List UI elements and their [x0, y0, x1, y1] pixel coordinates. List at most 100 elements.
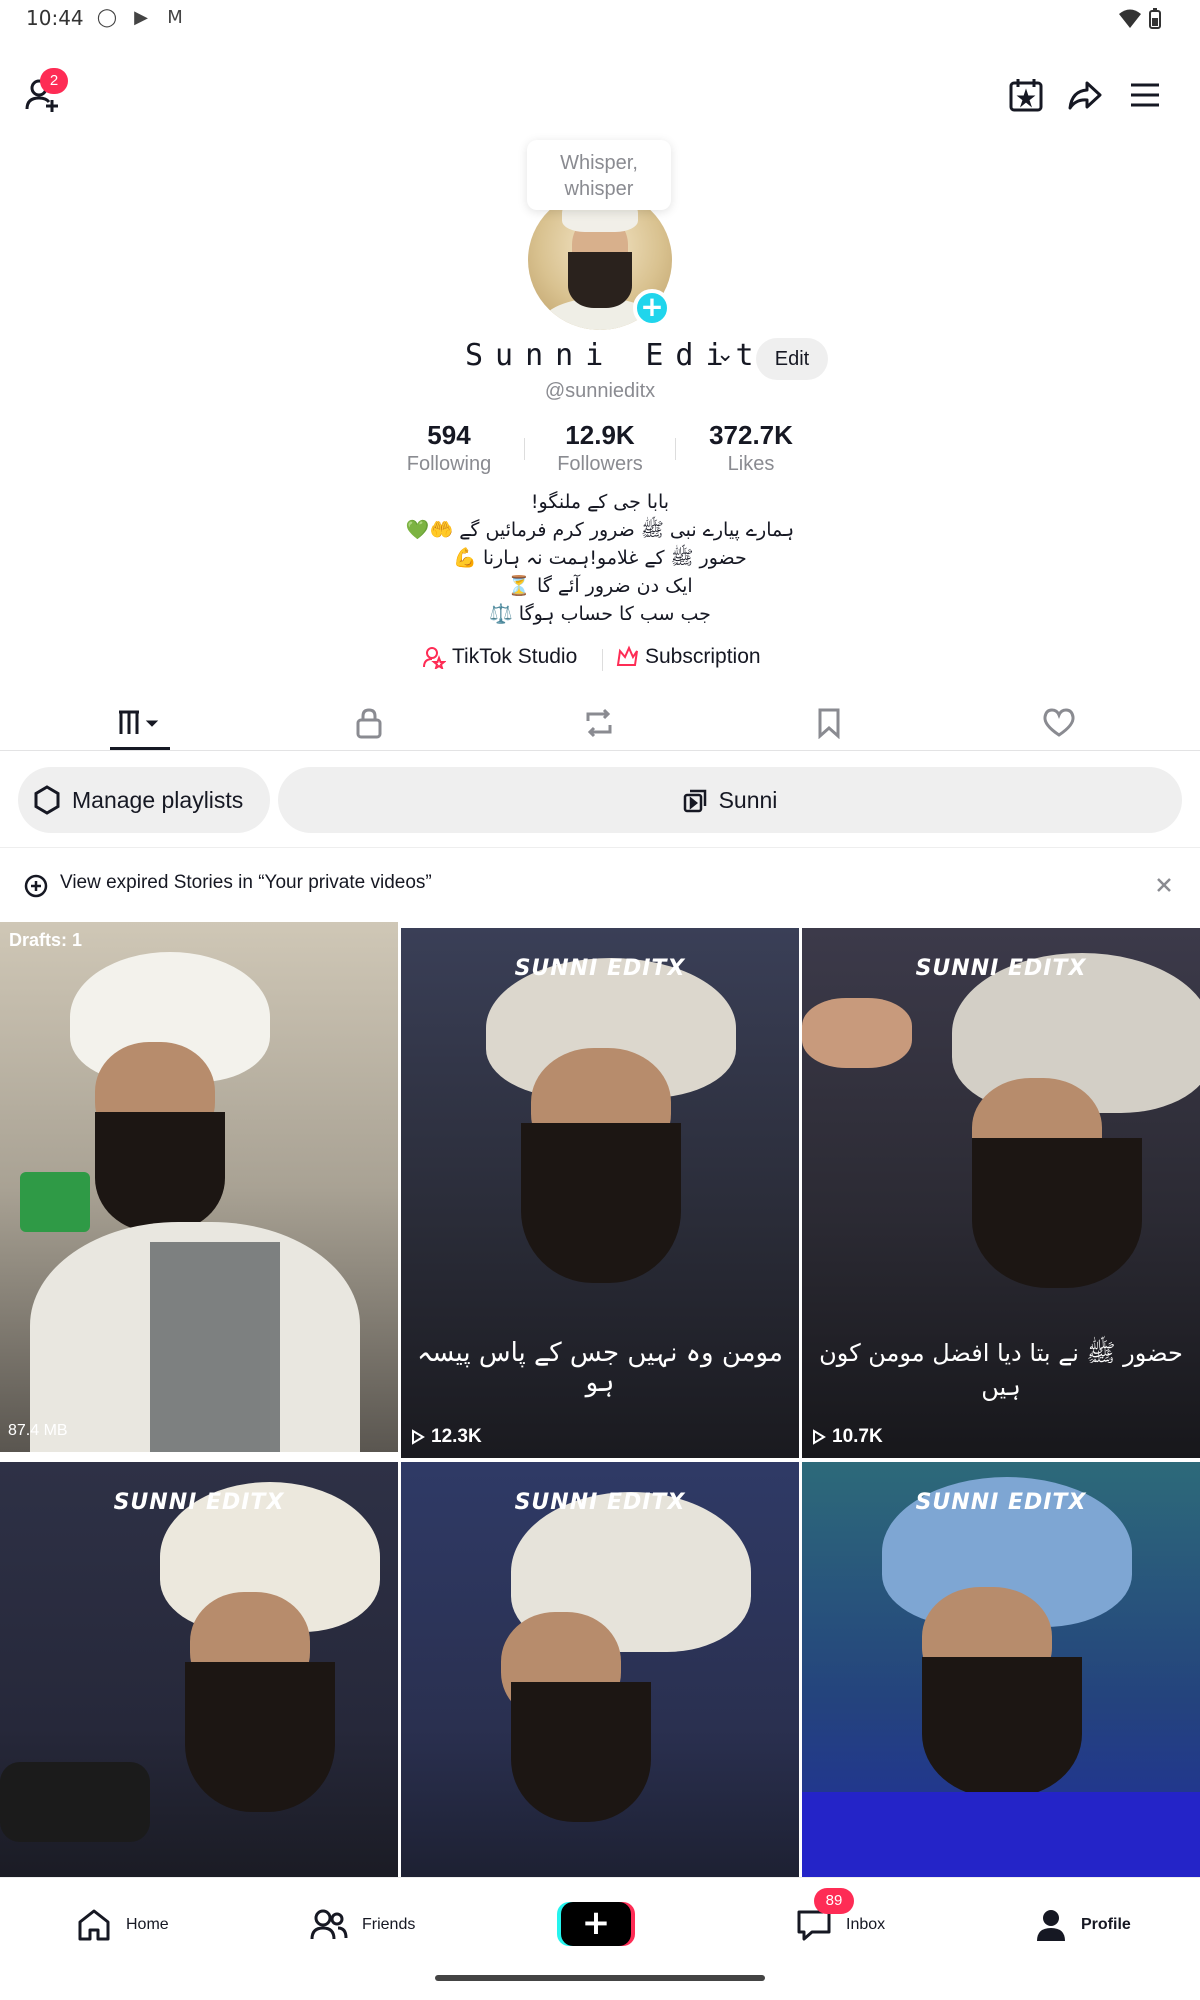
- profile-icon: [1037, 1910, 1065, 1941]
- beard-shape: [922, 1657, 1082, 1797]
- playlist-sunni[interactable]: Sunni: [278, 767, 1182, 833]
- beard-shape: [95, 1112, 225, 1232]
- gmail-icon: M: [167, 7, 183, 28]
- create-button[interactable]: +: [561, 1902, 631, 1946]
- stat-likes[interactable]: 372.7K Likes: [676, 420, 826, 476]
- view-count: 10.7K: [812, 1426, 883, 1448]
- draft-video-tile[interactable]: Drafts: 1 87.4 MB: [0, 922, 398, 1452]
- video-grid: Drafts: 1 87.4 MB SUNNI EDITX مومن وہ نہ…: [0, 922, 1200, 1877]
- name-row: Sunni Editx ⌄ Edit: [0, 338, 1200, 380]
- beard-shape: [185, 1662, 335, 1812]
- tiktok-studio-link[interactable]: TikTok Studio: [422, 645, 577, 669]
- videos-grid-icon: [119, 710, 159, 734]
- status-app-icons: ◯ ▶ M: [95, 6, 187, 30]
- tab-private[interactable]: [254, 695, 484, 751]
- battery-icon: [1149, 8, 1161, 29]
- bio-line: جب سب کا حساب ہوگا ⚖️: [489, 603, 711, 625]
- whatsapp-icon: ◯: [96, 7, 118, 28]
- video-caption: حضور ﷺ نے بتا دیا افضل مومن کون ہیں: [819, 1339, 1183, 1401]
- bio-line: حضور ﷺ کے غلامو!ہمت نہ ہارنا 💪: [453, 547, 747, 569]
- view-count-value: 12.3K: [431, 1426, 482, 1447]
- video-tile[interactable]: SUNNI EDITX حضور ﷺ نے بتا دیا افضل مومن …: [802, 928, 1200, 1458]
- likes-label: Likes: [727, 453, 775, 475]
- edit-profile-button[interactable]: Edit: [756, 338, 828, 380]
- video-tile[interactable]: SUNNI EDITX: [802, 1462, 1200, 1877]
- whisper-bubble[interactable]: Whisper, whisper: [527, 140, 671, 210]
- video-tile[interactable]: SUNNI EDITX مومن وہ نہیں جس کے پاس پیسہ …: [401, 928, 799, 1458]
- add-story-icon: [24, 874, 48, 898]
- close-icon[interactable]: [1156, 877, 1172, 893]
- studio-icon: [423, 647, 446, 669]
- manage-playlists-button[interactable]: Manage playlists: [18, 767, 270, 833]
- watermark: SUNNI EDITX: [915, 1490, 1087, 1515]
- playlist-icon: [683, 789, 706, 813]
- stat-followers[interactable]: 12.9K Followers: [525, 420, 675, 476]
- status-bar: 10:44 ◯ ▶ M: [0, 0, 1200, 40]
- bio-line: ایک دن ضرور آئے گا ⏳: [507, 575, 693, 597]
- nav-friends[interactable]: Friends: [310, 1908, 415, 1942]
- avatar-add-icon[interactable]: +: [633, 289, 671, 327]
- profile-links: TikTok Studio Subscription: [0, 645, 1200, 675]
- bottom-nav: Home Friends + 89 Inbox Profile: [0, 1877, 1200, 2000]
- notice-text: View expired Stories in “Your private vi…: [60, 872, 432, 893]
- tiktok-studio-label: TikTok Studio: [452, 645, 578, 668]
- expired-stories-notice[interactable]: View expired Stories in “Your private vi…: [0, 847, 1200, 921]
- username-handle: @sunnieditx: [544, 380, 656, 402]
- followers-label: Followers: [557, 453, 643, 475]
- view-count-value: 10.7K: [832, 1426, 883, 1447]
- hamburger-menu-icon: [1131, 83, 1159, 107]
- home-icon: [78, 1909, 110, 1941]
- tab-liked[interactable]: [944, 695, 1174, 751]
- manage-playlists-label: Manage playlists: [72, 786, 244, 813]
- tab-favorites[interactable]: [714, 695, 944, 751]
- calendar-button[interactable]: [1003, 72, 1049, 118]
- nav-profile-label: Profile: [1081, 1916, 1131, 1933]
- friends-icon: [310, 1909, 348, 1940]
- beard-shape: [972, 1138, 1142, 1288]
- content-tabs: [0, 695, 1200, 751]
- following-count: 594: [427, 420, 471, 450]
- followers-count: 12.9K: [565, 420, 635, 450]
- bio-line: ہمارے پیارے نبی ﷺ ضرور کرم فرمائیں گے 🤲💚: [405, 519, 795, 541]
- watermark: SUNNI EDITX: [113, 1490, 285, 1515]
- nav-home-label: Home: [126, 1916, 169, 1933]
- play-icon: [412, 1429, 425, 1445]
- add-friend-button[interactable]: 2: [20, 68, 68, 118]
- playlist-label: Sunni: [718, 786, 778, 813]
- display-name[interactable]: Sunni Editx: [465, 338, 796, 373]
- hand-shape: [802, 998, 912, 1068]
- play-icon: ▶: [134, 7, 148, 28]
- stat-following[interactable]: 594 Following: [374, 420, 524, 476]
- tab-reposts[interactable]: [484, 695, 714, 751]
- vest-shape: [150, 1242, 280, 1452]
- video-tile[interactable]: SUNNI EDITX: [401, 1462, 799, 1877]
- inbox-icon-wrap: 89: [796, 1888, 854, 1942]
- avatar-beard-shape: [568, 252, 632, 308]
- following-label: Following: [406, 453, 492, 475]
- wifi-icon: [1119, 9, 1141, 28]
- inbox-badge: 89: [814, 1888, 854, 1914]
- watermark: SUNNI EDITX: [915, 956, 1087, 981]
- blue-garment-shape: [802, 1792, 1200, 1877]
- likes-count: 372.7K: [709, 420, 793, 450]
- microphone-shape: [20, 1172, 90, 1232]
- status-right: [1118, 8, 1162, 30]
- menu-button[interactable]: [1122, 72, 1168, 118]
- nav-profile[interactable]: Profile: [1035, 1908, 1131, 1942]
- beard-shape: [511, 1682, 651, 1822]
- chevron-down-icon[interactable]: ⌄: [716, 342, 734, 367]
- watermark: SUNNI EDITX: [514, 956, 686, 981]
- subscription-label: Subscription: [645, 645, 761, 668]
- nav-home[interactable]: Home: [76, 1908, 169, 1942]
- subscription-link[interactable]: Subscription: [615, 645, 761, 669]
- drafts-label: Drafts: 1: [9, 930, 83, 950]
- play-icon: [813, 1429, 826, 1445]
- status-time: 10:44: [26, 6, 84, 30]
- repost-icon: [586, 708, 612, 738]
- share-button[interactable]: [1062, 72, 1108, 118]
- tab-videos[interactable]: [24, 695, 254, 751]
- bookmark-icon: [818, 708, 840, 739]
- nav-inbox[interactable]: 89 Inbox: [796, 1888, 885, 1942]
- video-tile[interactable]: SUNNI EDITX: [0, 1462, 398, 1877]
- share-icon: [1068, 81, 1102, 110]
